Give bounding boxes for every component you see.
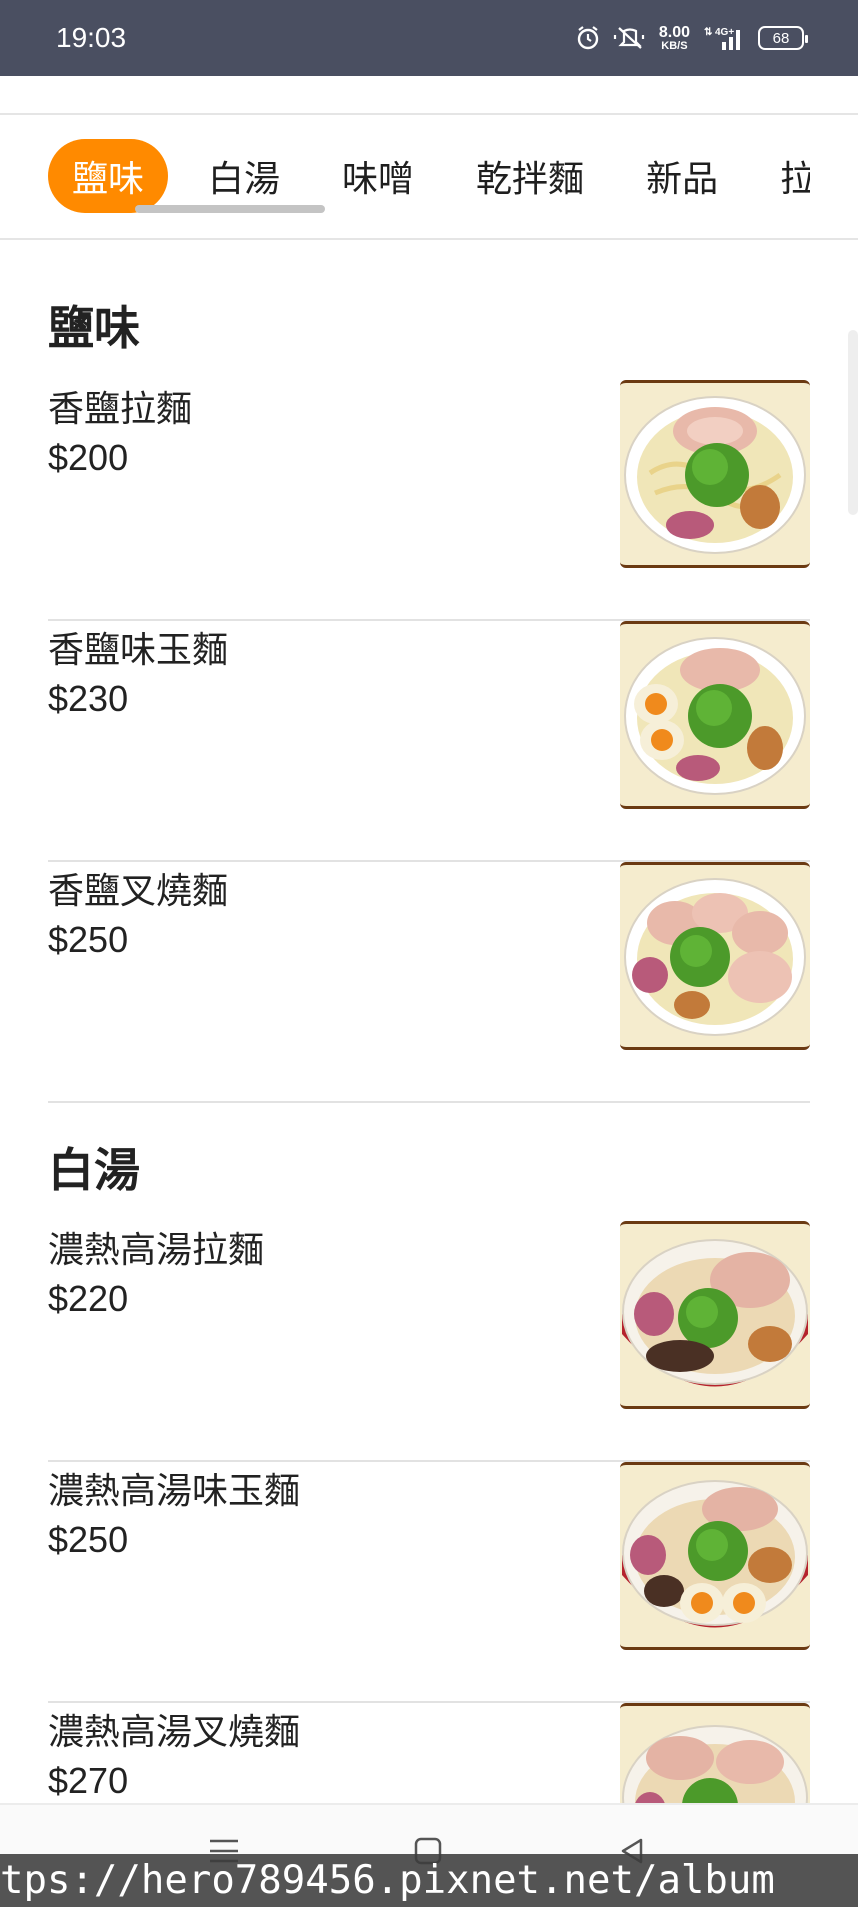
item-price: $220 [48,1278,129,1319]
tabs-fade [810,115,858,238]
status-icons: 8.00 KB/S ⇅ 4G+ 68 [575,23,808,52]
section-title: 鹽味 [48,301,140,355]
item-name: 濃熱高湯味玉麵 [48,1471,301,1512]
item-price: $250 [48,1519,129,1560]
item-name: 香鹽拉麵 [48,389,193,430]
menu-item[interactable]: 濃熱高湯拉麵 $220 [48,1221,810,1462]
network-type: 4G+ [715,27,734,38]
watermark: tps://hero789456.pixnet.net/album [0,1854,858,1907]
net-speed: 8.00 KB/S [658,23,690,52]
item-divider [48,1101,810,1103]
item-name: 香鹽味玉麵 [48,630,229,671]
item-price: $230 [48,678,129,719]
tab-dry-noodles[interactable]: 乾拌麵 [476,139,584,213]
ramen-image[interactable] [620,1221,810,1409]
mute-icon [613,24,647,52]
menu-item[interactable]: 香鹽味玉麵 $230 [48,621,810,862]
section-title: 白湯 [48,1143,140,1197]
tab-white-soup[interactable]: 白湯 [208,139,280,213]
item-name: 濃熱高湯拉麵 [48,1230,265,1271]
item-name: 香鹽叉燒麵 [48,871,229,912]
menu-screen: 19:03 8.00 KB/S ⇅ 4G+ 68 鹽味 白湯 味噌 乾拌麵 新品… [0,0,858,1907]
tabs-row: 鹽味 白湯 味噌 乾拌麵 新品 拉 [48,139,858,213]
menu-item[interactable]: 香鹽叉燒麵 $250 [48,862,810,1103]
status-bar: 19:03 8.00 KB/S ⇅ 4G+ 68 [0,0,858,76]
category-tabs[interactable]: 鹽味 白湯 味噌 乾拌麵 新品 拉 [0,115,858,240]
ramen-image[interactable] [620,621,810,809]
alarm-icon [575,24,601,52]
net-speed-unit: KB/S [661,39,688,52]
battery-indicator: 68 [758,26,808,50]
signal-icon: ⇅ 4G+ [702,24,746,52]
ramen-image[interactable] [620,380,810,568]
menu-item[interactable]: 香鹽拉麵 $200 [48,380,810,621]
ramen-image[interactable] [620,1462,810,1650]
item-price: $270 [48,1760,129,1801]
tab-salt[interactable]: 鹽味 [48,139,169,213]
tab-miso[interactable]: 味噌 [342,139,414,213]
tab-new[interactable]: 新品 [646,139,718,213]
menu-item[interactable]: 濃熱高湯味玉麵 $250 [48,1462,810,1703]
item-price: $200 [48,437,129,478]
ramen-image[interactable] [620,862,810,1050]
item-name: 濃熱高湯叉燒麵 [48,1712,301,1753]
status-time: 19:03 [56,22,127,53]
net-speed-value: 8.00 [658,23,690,41]
tabs-scroll-indicator[interactable] [135,205,325,213]
item-price: $250 [48,919,129,960]
svg-text:⇅: ⇅ [704,27,713,38]
page-scrollbar[interactable] [848,330,858,515]
